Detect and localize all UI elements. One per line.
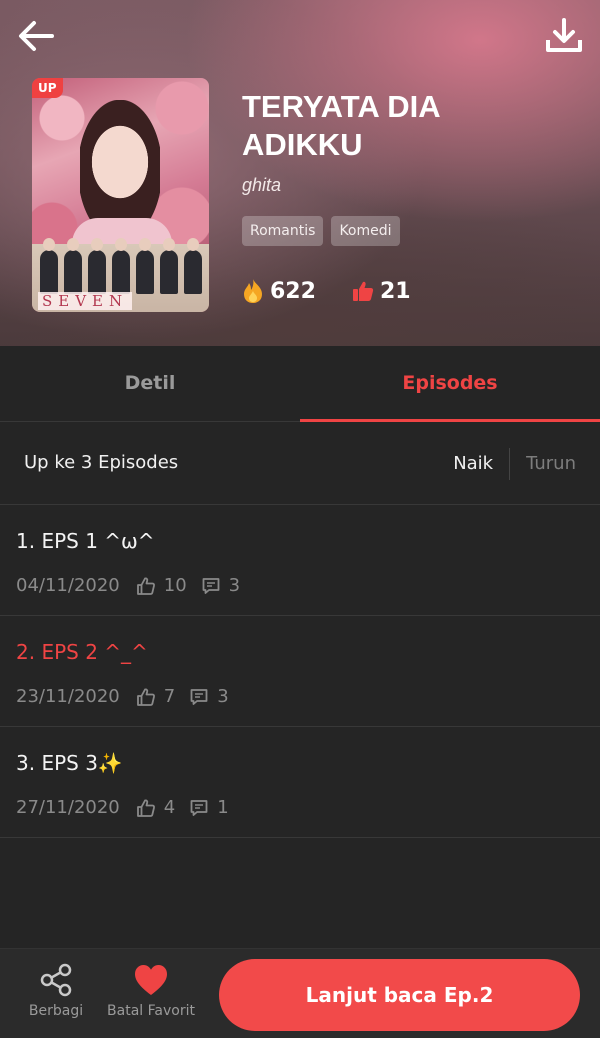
cover-member	[40, 238, 58, 294]
likes-count: 21	[379, 278, 411, 304]
book-header: SEVEN UP TERYATA DIA ADIKKU ghita Romant…	[0, 0, 600, 346]
heart-icon	[135, 965, 167, 995]
episode-count: Up ke 3 Episodes	[24, 452, 179, 473]
continue-reading-button[interactable]: Lanjut baca Ep.2	[219, 959, 580, 1031]
tab-bar: Detil Episodes	[0, 346, 600, 422]
genre-tags: Romantis Komedi	[242, 216, 400, 246]
tab-detil[interactable]: Detil	[0, 346, 300, 421]
fire-icon	[244, 279, 262, 303]
episode-likes-count: 7	[163, 686, 176, 707]
download-icon	[546, 18, 582, 52]
tag-komedi[interactable]: Komedi	[331, 216, 400, 246]
sort-toggle: Naik Turun	[453, 448, 576, 480]
comment-icon	[202, 577, 220, 594]
episode-comments-count: 3	[228, 575, 241, 596]
thumbs-up-icon	[352, 281, 374, 301]
book-cover[interactable]: SEVEN UP	[32, 78, 209, 312]
comment-icon	[190, 688, 208, 705]
episode-comments: 1	[189, 797, 229, 818]
episode-likes: 7	[136, 686, 175, 707]
episode-date: 23/11/2020	[16, 686, 120, 707]
download-button[interactable]	[542, 14, 586, 58]
favorite-label: Batal Favorit	[107, 1003, 195, 1019]
episode-likes-count: 10	[163, 575, 187, 596]
book-author[interactable]: ghita	[242, 175, 281, 196]
episode-likes: 4	[136, 797, 175, 818]
tab-episodes[interactable]: Episodes	[300, 346, 600, 422]
back-arrow-icon	[19, 21, 54, 51]
episode-title: 1. EPS 1 ^ω^	[16, 529, 155, 553]
episode-title: 3. EPS 3✨	[16, 751, 123, 775]
episode-likes-count: 4	[163, 797, 176, 818]
episode-title: 2. EPS 2 ^_^	[16, 640, 148, 664]
favorite-button[interactable]: Batal Favorit	[102, 963, 200, 1019]
episode-meta: 04/11/2020 10 3	[16, 575, 254, 596]
episode-comments: 3	[189, 686, 229, 707]
back-button[interactable]	[14, 14, 58, 58]
cover-member	[88, 238, 106, 294]
cover-member	[160, 238, 178, 294]
tag-romantis[interactable]: Romantis	[242, 216, 324, 246]
cover-member	[112, 238, 130, 294]
comment-icon	[190, 799, 208, 816]
views-stat: 622	[242, 278, 316, 304]
episode-meta: 23/11/2020 7 3	[16, 686, 243, 707]
episode-row[interactable]: 2. EPS 2 ^_^ 23/11/2020 7 3	[0, 616, 600, 727]
share-label: Berbagi	[28, 1003, 84, 1019]
cover-member	[184, 238, 202, 294]
episode-comments-count: 1	[217, 797, 229, 818]
episode-date: 27/11/2020	[16, 797, 120, 818]
episode-comments: 3	[201, 575, 240, 596]
cover-caption: SEVEN	[38, 292, 133, 310]
views-count: 622	[270, 278, 316, 304]
cover-member	[64, 238, 82, 294]
likes-stat: 21	[352, 279, 411, 304]
episode-comments-count: 3	[217, 686, 229, 707]
cover-member	[136, 238, 154, 294]
thumbs-up-icon	[136, 687, 155, 706]
episode-meta: 27/11/2020 4 1	[16, 797, 243, 818]
share-icon	[40, 963, 72, 997]
book-title: TERYATA DIA ADIKKU	[242, 89, 440, 162]
book-stats: 622 21	[242, 278, 447, 304]
thumbs-up-icon	[136, 576, 155, 595]
episode-row[interactable]: 1. EPS 1 ^ω^ 04/11/2020 10 3	[0, 505, 600, 616]
episode-sort-bar: Up ke 3 Episodes Naik Turun	[0, 422, 600, 505]
thumbs-up-icon	[136, 798, 155, 817]
bottom-action-bar: Berbagi Batal Favorit Lanjut baca Ep.2	[0, 948, 600, 1038]
episode-likes: 10	[136, 575, 187, 596]
episode-row[interactable]: 3. EPS 3✨ 27/11/2020 4 1	[0, 727, 600, 838]
episode-date: 04/11/2020	[16, 575, 120, 596]
share-button[interactable]: Berbagi	[24, 963, 88, 1019]
up-badge: UP	[32, 78, 63, 98]
sort-ascending-button[interactable]: Naik	[453, 448, 509, 480]
sort-descending-button[interactable]: Turun	[510, 448, 576, 480]
